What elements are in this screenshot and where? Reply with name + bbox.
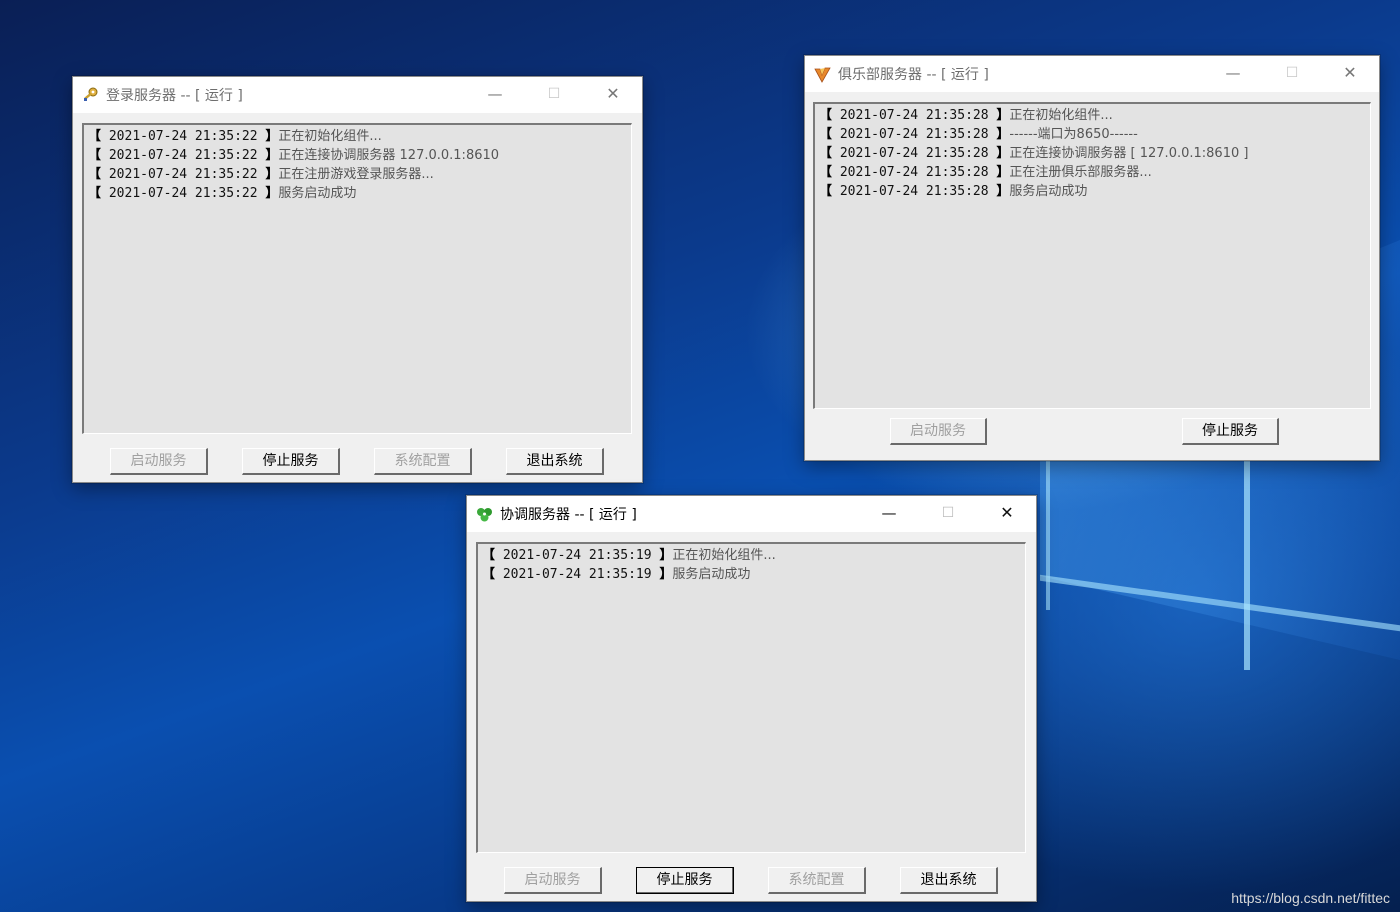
clover-icon xyxy=(477,508,492,522)
log-line: 【 2021-07-24 21:35:28 】------端口为8650----… xyxy=(819,127,1138,142)
stop-service-button[interactable]: 停止服务 xyxy=(242,448,340,475)
exit-system-button[interactable]: 退出系统 xyxy=(900,867,998,894)
wallpaper-light-edge xyxy=(1046,440,1050,610)
title-bar[interactable]: 俱乐部服务器 -- [ 运行 ] — ☐ ✕ xyxy=(805,56,1379,92)
log-output[interactable]: 【 2021-07-24 21:35:22 】正在初始化组件... 【 2021… xyxy=(82,123,632,434)
club-server-window: 俱乐部服务器 -- [ 运行 ] — ☐ ✕ 【 2021-07-24 21:3… xyxy=(804,55,1380,461)
title-bar[interactable]: 登录服务器 -- [ 运行 ] — ☐ ✕ xyxy=(73,77,642,113)
log-line: 【 2021-07-24 21:35:28 】正在注册俱乐部服务器... xyxy=(819,165,1152,180)
title-bar[interactable]: 协调服务器 -- [ 运行 ] — ☐ ✕ xyxy=(467,496,1036,532)
close-button[interactable]: ✕ xyxy=(978,496,1036,532)
log-line: 【 2021-07-24 21:35:22 】正在注册游戏登录服务器... xyxy=(88,167,434,182)
log-line: 【 2021-07-24 21:35:19 】正在初始化组件... xyxy=(482,548,776,563)
close-button[interactable]: ✕ xyxy=(584,77,642,113)
wallpaper-light-edge xyxy=(1244,440,1250,670)
maximize-button[interactable]: ☐ xyxy=(1263,56,1321,92)
exit-system-button[interactable]: 退出系统 xyxy=(506,448,604,475)
maximize-button[interactable]: ☐ xyxy=(919,496,977,532)
log-line: 【 2021-07-24 21:35:22 】服务启动成功 xyxy=(88,186,357,201)
minimize-button[interactable]: — xyxy=(860,496,918,532)
log-line: 【 2021-07-24 21:35:19 】服务启动成功 xyxy=(482,567,751,582)
watermark: https://blog.csdn.net/fittec xyxy=(1231,890,1390,906)
start-service-button[interactable]: 启动服务 xyxy=(890,418,987,445)
window-title: 登录服务器 -- [ 运行 ] xyxy=(106,88,243,104)
start-service-button[interactable]: 启动服务 xyxy=(110,448,208,475)
stop-service-button[interactable]: 停止服务 xyxy=(1182,418,1279,445)
minimize-button[interactable]: — xyxy=(1204,56,1262,92)
key-icon xyxy=(84,87,98,101)
wallpaper-light-edge xyxy=(1040,574,1400,632)
coordination-server-window: 协调服务器 -- [ 运行 ] — ☐ ✕ 【 2021-07-24 21:35… xyxy=(466,495,1037,902)
close-button[interactable]: ✕ xyxy=(1321,56,1379,92)
log-line: 【 2021-07-24 21:35:22 】正在初始化组件... xyxy=(88,129,382,144)
maximize-button[interactable]: ☐ xyxy=(525,77,583,113)
stop-service-button[interactable]: 停止服务 xyxy=(636,867,734,894)
club-icon xyxy=(814,67,831,83)
log-line: 【 2021-07-24 21:35:28 】正在初始化组件... xyxy=(819,108,1113,123)
system-config-button[interactable]: 系统配置 xyxy=(374,448,472,475)
log-line: 【 2021-07-24 21:35:22 】正在连接协调服务器 127.0.0… xyxy=(88,148,500,163)
system-config-button[interactable]: 系统配置 xyxy=(768,867,866,894)
minimize-button[interactable]: — xyxy=(466,77,524,113)
log-output[interactable]: 【 2021-07-24 21:35:19 】正在初始化组件... 【 2021… xyxy=(476,542,1026,853)
log-output[interactable]: 【 2021-07-24 21:35:28 】正在初始化组件... 【 2021… xyxy=(813,102,1371,409)
window-title: 协调服务器 -- [ 运行 ] xyxy=(500,507,637,523)
log-line: 【 2021-07-24 21:35:28 】正在连接协调服务器 [ 127.0… xyxy=(819,146,1249,161)
window-title: 俱乐部服务器 -- [ 运行 ] xyxy=(838,67,989,83)
log-line: 【 2021-07-24 21:35:28 】服务启动成功 xyxy=(819,184,1088,199)
login-server-window: 登录服务器 -- [ 运行 ] — ☐ ✕ 【 2021-07-24 21:35… xyxy=(72,76,643,483)
start-service-button[interactable]: 启动服务 xyxy=(504,867,602,894)
